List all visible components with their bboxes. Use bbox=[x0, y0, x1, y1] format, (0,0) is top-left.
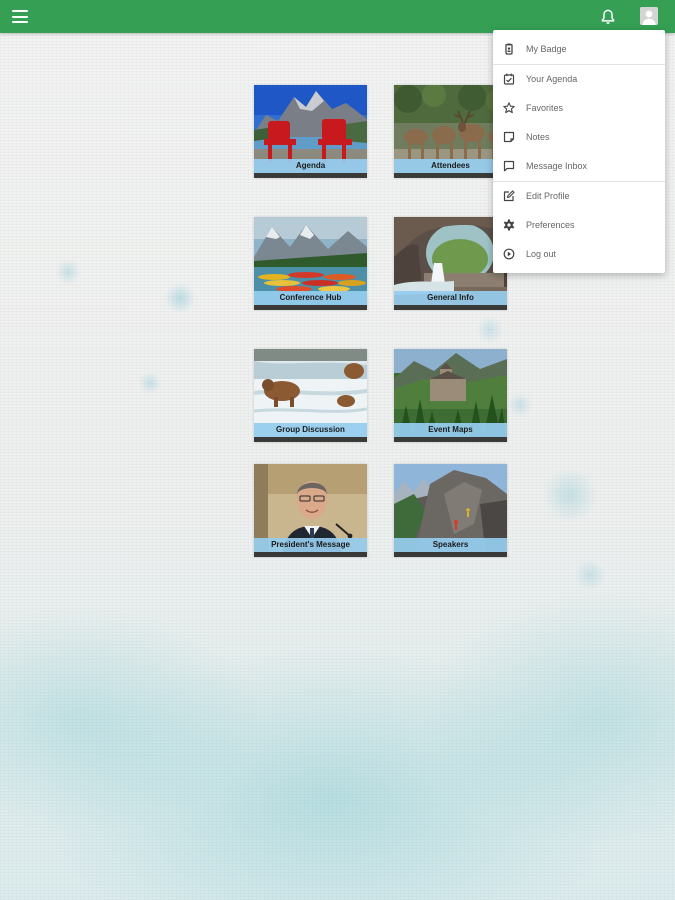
message-icon bbox=[503, 160, 515, 172]
tile-label: Event Maps bbox=[394, 423, 507, 437]
calendar-check-icon bbox=[503, 73, 515, 85]
menu-item-label: Your Agenda bbox=[526, 74, 578, 84]
menu-item-message-inbox[interactable]: Message Inbox bbox=[493, 152, 665, 180]
menu-item-label: Notes bbox=[526, 132, 550, 142]
menu-item-label: Log out bbox=[526, 249, 557, 259]
tile-bottom-strip bbox=[254, 305, 367, 310]
logout-icon bbox=[503, 248, 515, 260]
tile-label: Speakers bbox=[394, 538, 507, 552]
tile-event-maps[interactable]: Event Maps bbox=[394, 349, 507, 442]
tile-label: General Info bbox=[394, 291, 507, 305]
tile-general-info[interactable]: General Info bbox=[394, 217, 507, 310]
edit-icon bbox=[503, 190, 515, 202]
tile-bottom-strip bbox=[394, 173, 507, 178]
tile-label: Conference Hub bbox=[254, 291, 367, 305]
tile-label: Attendees bbox=[394, 159, 507, 173]
tile-bottom-strip bbox=[254, 552, 367, 557]
tile-bottom-strip bbox=[254, 173, 367, 178]
tile-attendees[interactable]: Attendees bbox=[394, 85, 507, 178]
menu-item-label: My Badge bbox=[526, 44, 567, 54]
menu-item-my-badge[interactable]: My Badge bbox=[493, 35, 665, 63]
star-icon bbox=[503, 102, 515, 114]
menu-item-label: Preferences bbox=[526, 220, 575, 230]
note-icon bbox=[503, 131, 515, 143]
tile-label: President's Message bbox=[254, 538, 367, 552]
tile-conference-hub[interactable]: Conference Hub bbox=[254, 217, 367, 310]
bell-icon[interactable] bbox=[599, 8, 617, 26]
badge-icon bbox=[505, 43, 513, 55]
tile-group-discussion[interactable]: Group Discussion bbox=[254, 349, 367, 442]
user-menu: My Badge Your Agenda Favorites Notes Mes… bbox=[493, 30, 665, 273]
gear-icon bbox=[503, 219, 515, 231]
tile-bottom-strip bbox=[394, 552, 507, 557]
tile-bottom-strip bbox=[254, 437, 367, 442]
menu-item-label: Message Inbox bbox=[526, 161, 588, 171]
menu-item-edit-profile[interactable]: Edit Profile bbox=[493, 182, 665, 210]
menu-item-your-agenda[interactable]: Your Agenda bbox=[493, 65, 665, 93]
menu-item-label: Edit Profile bbox=[526, 191, 570, 201]
user-avatar-icon[interactable] bbox=[640, 7, 658, 25]
menu-item-log-out[interactable]: Log out bbox=[493, 240, 665, 268]
tile-speakers[interactable]: Speakers bbox=[394, 464, 507, 557]
hamburger-icon[interactable] bbox=[12, 9, 28, 24]
menu-item-preferences[interactable]: Preferences bbox=[493, 211, 665, 239]
tile-agenda[interactable]: Agenda bbox=[254, 85, 367, 178]
tile-label: Agenda bbox=[254, 159, 367, 173]
menu-item-notes[interactable]: Notes bbox=[493, 123, 665, 151]
tile-bottom-strip bbox=[394, 305, 507, 310]
tile-label: Group Discussion bbox=[254, 423, 367, 437]
tile-bottom-strip bbox=[394, 437, 507, 442]
menu-item-label: Favorites bbox=[526, 103, 564, 113]
menu-item-favorites[interactable]: Favorites bbox=[493, 94, 665, 122]
tile-presidents-message[interactable]: President's Message bbox=[254, 464, 367, 557]
top-app-bar bbox=[0, 0, 675, 33]
